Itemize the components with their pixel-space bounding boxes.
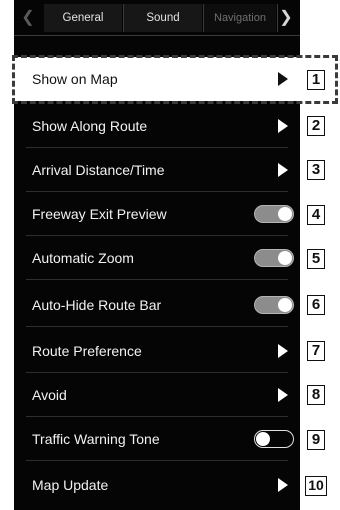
callout-number: 4 xyxy=(307,205,325,225)
triangle-right-icon xyxy=(278,344,288,358)
callout-number: 6 xyxy=(307,295,325,315)
triangle-right-icon xyxy=(278,119,288,133)
traffic-warning-tone-toggle[interactable] xyxy=(254,430,294,448)
setting-row-avoid[interactable]: Avoid xyxy=(14,373,300,417)
callout-number: 5 xyxy=(307,249,325,269)
chevron-right-icon[interactable]: ❯ xyxy=(272,0,300,36)
setting-label: Avoid xyxy=(32,387,67,403)
setting-label: Freeway Exit Preview xyxy=(32,206,167,222)
setting-label: Show Along Route xyxy=(32,118,148,134)
setting-row-route-preference[interactable]: Route Preference xyxy=(14,329,300,373)
setting-label: Arrival Distance/Time xyxy=(32,162,165,178)
tab-bar: ❮ General Sound Navigation ❯ xyxy=(14,0,300,36)
setting-row-arrival-distance-time[interactable]: Arrival Distance/Time xyxy=(14,148,300,192)
highlight-callout-box xyxy=(12,55,338,104)
auto-hide-route-bar-toggle[interactable] xyxy=(254,296,294,314)
setting-row-traffic-warning-tone: Traffic Warning Tone xyxy=(14,417,300,461)
callout-number: 10 xyxy=(305,476,327,496)
callout-number: 7 xyxy=(307,341,325,361)
chevron-left-icon[interactable]: ❮ xyxy=(14,0,42,36)
triangle-right-icon xyxy=(278,163,288,177)
toggle-knob xyxy=(278,207,292,221)
setting-label: Route Preference xyxy=(32,343,142,359)
setting-label: Map Update xyxy=(32,477,109,493)
callout-number: 1 xyxy=(307,70,325,90)
row-divider xyxy=(26,279,288,280)
toggle-knob xyxy=(278,298,292,312)
setting-label: Traffic Warning Tone xyxy=(32,431,160,447)
setting-label: Automatic Zoom xyxy=(32,250,134,266)
triangle-right-icon xyxy=(278,388,288,402)
setting-row-freeway-exit-preview: Freeway Exit Preview xyxy=(14,192,300,236)
tab-navigation[interactable]: Navigation xyxy=(204,4,276,32)
callout-number: 9 xyxy=(307,430,325,450)
setting-row-map-update[interactable]: Map Update xyxy=(14,463,300,507)
toggle-knob xyxy=(278,251,292,265)
triangle-right-icon xyxy=(278,478,288,492)
callout-number: 8 xyxy=(307,385,325,405)
freeway-exit-preview-toggle[interactable] xyxy=(254,205,294,223)
callout-number: 2 xyxy=(307,116,325,136)
toggle-knob xyxy=(256,432,270,446)
setting-row-auto-hide-route-bar: Auto-Hide Route Bar xyxy=(14,283,300,327)
automatic-zoom-toggle[interactable] xyxy=(254,249,294,267)
tab-sound[interactable]: Sound xyxy=(124,4,202,32)
setting-row-show-along-route[interactable]: Show Along Route xyxy=(14,104,300,148)
setting-row-automatic-zoom: Automatic Zoom xyxy=(14,236,300,280)
setting-label: Auto-Hide Route Bar xyxy=(32,297,162,313)
row-divider xyxy=(26,326,288,327)
tab-general[interactable]: General xyxy=(44,4,122,32)
callout-number: 3 xyxy=(307,160,325,180)
row-divider xyxy=(26,460,288,461)
